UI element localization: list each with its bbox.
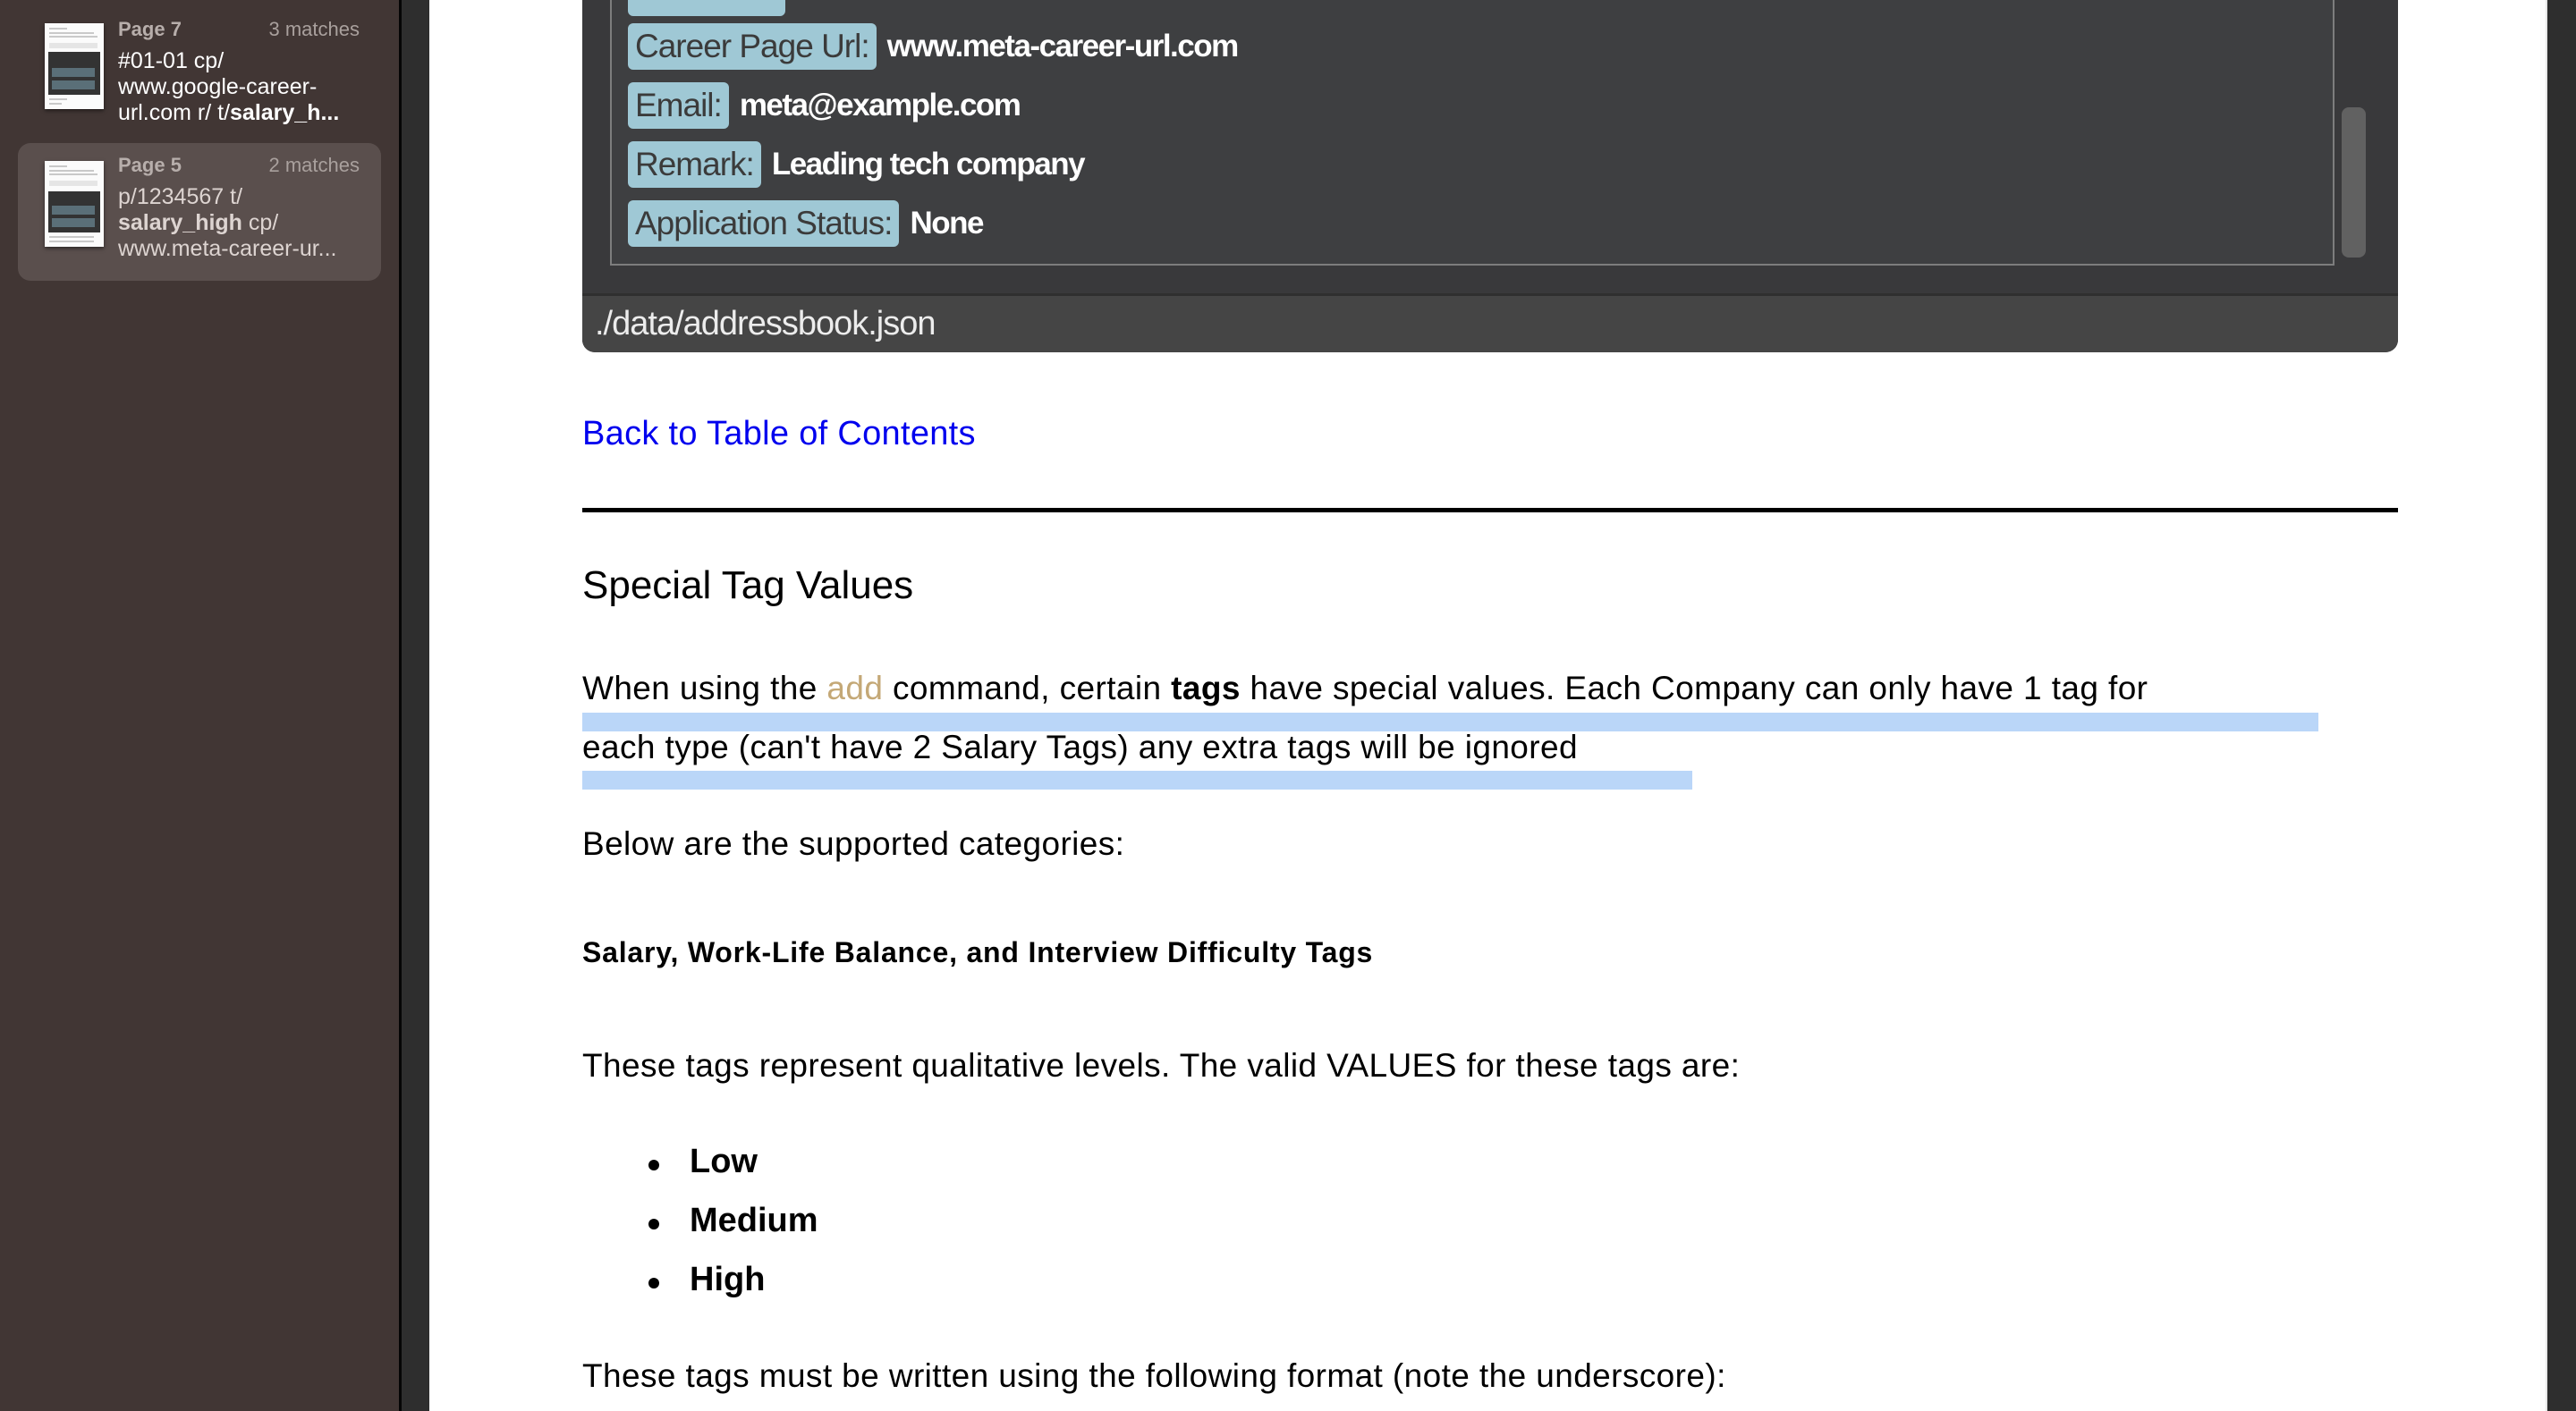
embedded-app-screenshot: Career Page Url: www.meta-career-url.com… bbox=[582, 0, 2398, 352]
bold-keyword: tags bbox=[1171, 670, 1241, 706]
field-label: Email: bbox=[628, 82, 729, 129]
status-file-path: ./data/addressbook.json bbox=[595, 305, 936, 342]
field-value: Leading tech company bbox=[771, 147, 1086, 182]
embedded-status-bar: ./data/addressbook.json bbox=[582, 293, 2398, 352]
field-row-career-page-url: Career Page Url: www.meta-career-url.com bbox=[628, 23, 1240, 70]
field-row-application-status: Application Status: None bbox=[628, 200, 984, 247]
text: When using the bbox=[582, 670, 827, 706]
list-item-medium: Medium bbox=[648, 1202, 818, 1239]
categories-intro: Below are the supported categories: bbox=[582, 825, 1125, 862]
field-label: Career Page Url: bbox=[628, 23, 877, 70]
intro-paragraph-line-2: each type (can't have 2 Salary Tags) any… bbox=[582, 729, 1578, 765]
field-row-address bbox=[628, 0, 785, 16]
embedded-scrollbar-thumb bbox=[2342, 107, 2366, 258]
result-match-count: 2 matches bbox=[268, 154, 360, 176]
field-value: None bbox=[910, 206, 984, 241]
page-thumbnail bbox=[45, 23, 104, 109]
page-gutter-left bbox=[402, 0, 429, 1411]
field-label: Remark: bbox=[628, 141, 761, 188]
intro-paragraph-line-1: When using the add command, certain tags… bbox=[582, 670, 2148, 707]
result-page-label: Page 7 bbox=[118, 18, 182, 40]
field-row-remark: Remark: Leading tech company bbox=[628, 141, 1086, 188]
result-match-count: 3 matches bbox=[268, 18, 360, 40]
snippet-match: salary_h... bbox=[230, 100, 340, 125]
search-results-sidebar: Page 7 3 matches #01-01 cp/ www.google-c… bbox=[0, 0, 399, 1411]
result-page-label: Page 5 bbox=[118, 154, 182, 176]
field-row-email: Email: meta@example.com bbox=[628, 82, 1021, 129]
subsection-heading: Salary, Work-Life Balance, and Interview… bbox=[582, 936, 1374, 968]
field-label bbox=[628, 0, 785, 16]
result-snippet: #01-01 cp/ www.google-career- url.com r/… bbox=[118, 48, 377, 126]
list-item-high: High bbox=[648, 1261, 766, 1298]
snippet-match: salary_high bbox=[118, 210, 242, 235]
page-gutter-right bbox=[2546, 0, 2576, 1411]
list-item-low: Low bbox=[648, 1143, 758, 1180]
text: command, certain bbox=[883, 670, 1172, 706]
field-label: Application Status: bbox=[628, 200, 900, 247]
text: have special values. Each Company can on… bbox=[1240, 670, 2148, 706]
command-keyword: add bbox=[826, 670, 884, 706]
levels-intro: These tags represent qualitative levels.… bbox=[582, 1047, 1741, 1084]
field-value: www.meta-career-url.com bbox=[886, 29, 1240, 63]
search-result-page-5[interactable]: Page 5 2 matches p/1234567 t/ salary_hig… bbox=[18, 143, 381, 281]
result-snippet: p/1234567 t/ salary_high cp/ www.meta-ca… bbox=[118, 184, 377, 262]
field-value: meta@example.com bbox=[739, 88, 1021, 123]
back-to-toc-link[interactable]: Back to Table of Contents bbox=[582, 415, 976, 453]
format-intro: These tags must be written using the fol… bbox=[582, 1357, 1726, 1394]
snippet-text: p/1234567 t/ bbox=[118, 184, 243, 209]
search-highlight bbox=[582, 771, 1692, 790]
section-heading: Special Tag Values bbox=[582, 563, 914, 607]
horizontal-rule bbox=[582, 508, 2398, 512]
page-thumbnail bbox=[45, 161, 104, 247]
search-result-page-7[interactable]: Page 7 3 matches #01-01 cp/ www.google-c… bbox=[18, 7, 381, 141]
